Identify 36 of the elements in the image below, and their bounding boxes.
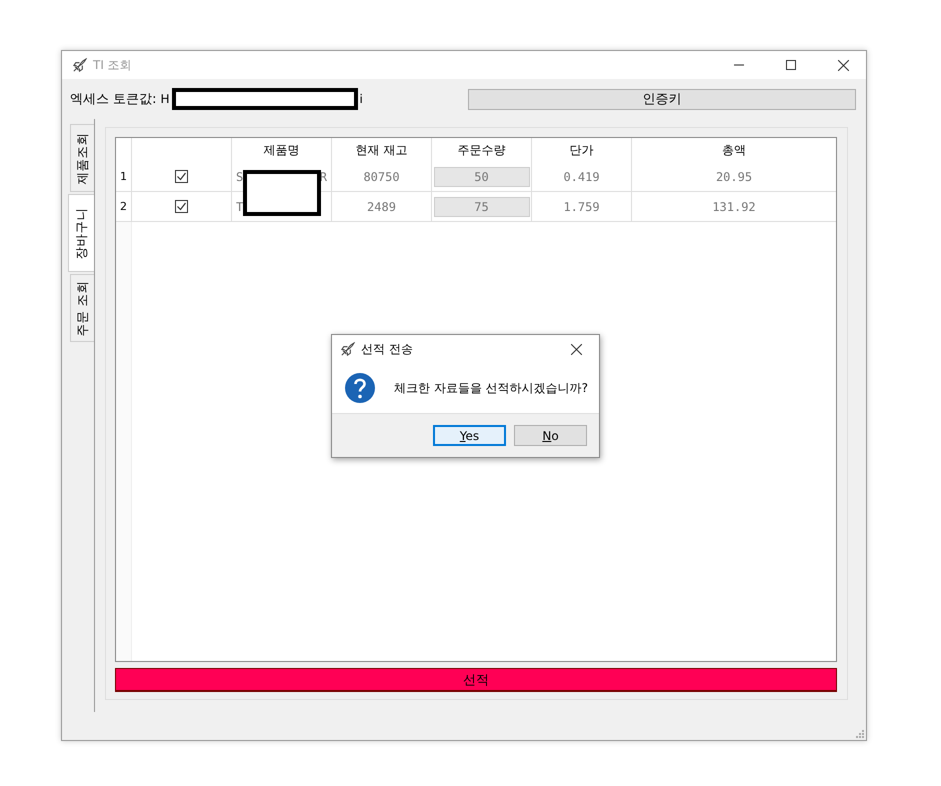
dialog-title: 선적 전송	[361, 340, 414, 358]
quantity-field[interactable]: 75	[434, 196, 530, 216]
column-header: 제품명	[231, 138, 331, 162]
column-header: 단가	[531, 138, 631, 162]
column-header: 총액	[631, 138, 836, 162]
ship-button[interactable]: 선적	[115, 668, 837, 692]
quantity-field[interactable]: 50	[434, 166, 530, 186]
table-cell: 80750	[363, 170, 400, 184]
rocket-icon	[340, 342, 355, 356]
table-cell: T	[236, 200, 244, 214]
dialog-message: 체크한 자료들을 선적하시겠습니까?	[394, 380, 588, 396]
resize-grip-icon[interactable]	[855, 729, 864, 738]
tab[interactable]: 제품조회	[70, 124, 94, 192]
rocket-icon	[72, 58, 87, 72]
table-cell: 20.95	[716, 170, 752, 184]
question-icon	[344, 372, 376, 404]
table-cell: 131.92	[712, 200, 756, 214]
table-cell: 0.419	[563, 170, 600, 184]
token-label: 엑세스 토큰값:	[70, 91, 157, 108]
column-header: 현재 재고	[331, 138, 431, 162]
auth-key-button[interactable]: 인증키	[468, 88, 856, 110]
row-number: 1	[119, 169, 128, 185]
checkbox[interactable]	[175, 200, 188, 213]
dialog-button[interactable]: Yes	[433, 425, 506, 446]
checkbox[interactable]	[175, 170, 188, 183]
row-number: 2	[119, 199, 128, 215]
table-cell: 2489	[367, 200, 396, 214]
token-value: H	[160, 92, 170, 106]
tab[interactable]: 장바구니	[68, 194, 94, 272]
dialog-button[interactable]: No	[514, 425, 587, 446]
table-cell: 1.759	[563, 200, 600, 214]
window-title: TI 조회	[93, 56, 133, 74]
token-value: i	[360, 92, 363, 106]
column-header: 주문수량	[431, 138, 531, 162]
table-cell: S	[236, 170, 244, 184]
tab[interactable]: 주문 조회	[70, 274, 94, 342]
